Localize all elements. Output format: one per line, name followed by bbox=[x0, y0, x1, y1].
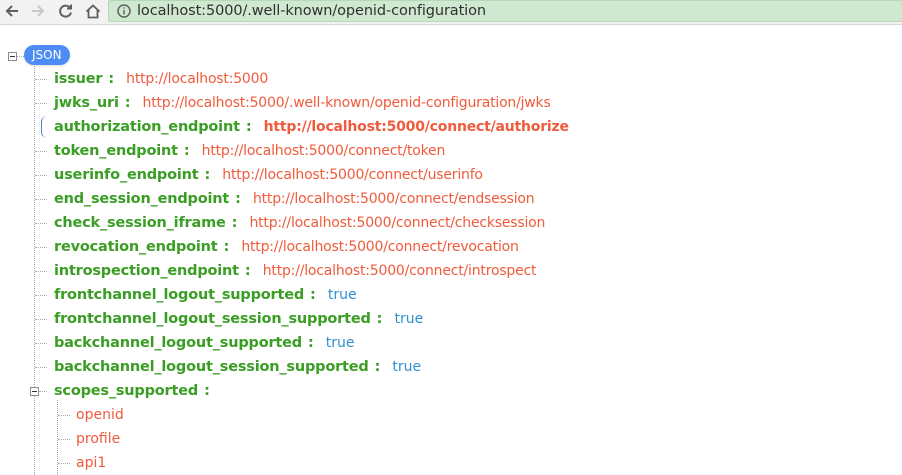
json-value: http://localhost:5000/connect/token bbox=[201, 143, 446, 159]
tree-connector bbox=[17, 56, 24, 57]
tree-connector bbox=[35, 343, 47, 344]
tree-connector bbox=[35, 367, 47, 368]
json-colon: : bbox=[108, 71, 115, 87]
array-item[interactable]: api1 bbox=[76, 453, 106, 473]
json-colon: : bbox=[235, 191, 241, 207]
tree-connector bbox=[35, 103, 47, 104]
tree-connector bbox=[35, 247, 47, 248]
json-entry-backchannel-logout-supported[interactable]: backchannel_logout_supported: true bbox=[54, 333, 355, 353]
json-value: http://localhost:5000/connect/endsession bbox=[252, 191, 535, 207]
json-colon: : bbox=[124, 95, 131, 111]
root-collapse-toggle[interactable] bbox=[8, 52, 17, 61]
json-entry-userinfo-endpoint[interactable]: userinfo_endpoint: http://localhost:5000/… bbox=[54, 165, 483, 185]
tree-connector bbox=[35, 175, 47, 176]
json-colon: : bbox=[231, 215, 238, 231]
tree-connector bbox=[58, 439, 70, 440]
json-key: backchannel_logout_supported bbox=[54, 335, 302, 351]
json-key: authorization_endpoint bbox=[54, 119, 240, 135]
json-key: jwks_uri bbox=[54, 95, 119, 111]
json-root-badge[interactable]: JSON bbox=[24, 45, 70, 65]
json-colon: : bbox=[307, 335, 314, 351]
tree-connector bbox=[35, 79, 47, 80]
json-colon: : bbox=[244, 263, 251, 279]
json-value: http://localhost:5000/connect/checksessi… bbox=[249, 215, 546, 231]
json-value: http://localhost:5000 bbox=[126, 71, 269, 87]
tree-connector bbox=[35, 151, 47, 152]
array-item[interactable]: profile bbox=[76, 429, 120, 449]
json-colon: : bbox=[245, 119, 252, 135]
json-key: introspection_endpoint bbox=[54, 263, 239, 279]
array-item[interactable]: openid bbox=[76, 405, 124, 425]
json-entry-revocation-endpoint[interactable]: revocation_endpoint: http://localhost:500… bbox=[54, 237, 519, 257]
json-entry-check-session-iframe[interactable]: check_session_iframe: http://localhost:50… bbox=[54, 213, 545, 233]
tree-connector bbox=[35, 319, 47, 320]
json-value: http://localhost:5000/connect/introspect bbox=[262, 263, 537, 279]
json-entry-issuer[interactable]: issuer: http://localhost:5000 bbox=[54, 69, 268, 89]
json-key: userinfo_endpoint bbox=[54, 167, 199, 183]
json-key: frontchannel_logout_supported bbox=[54, 287, 305, 303]
json-entry-scopes-supported[interactable]: scopes_supported: bbox=[54, 381, 222, 401]
tree-connector bbox=[39, 391, 47, 392]
json-colon: : bbox=[204, 383, 210, 399]
json-value: true bbox=[394, 311, 424, 327]
json-key: check_session_iframe bbox=[54, 215, 226, 231]
json-key: frontchannel_logout_session_supported bbox=[54, 311, 371, 327]
json-tree: JSON issuer: http://localhost:5000 jwks_u… bbox=[0, 0, 902, 475]
json-key: scopes_supported bbox=[54, 383, 199, 399]
json-value: http://localhost:5000/connect/userinfo bbox=[222, 167, 483, 183]
json-colon: : bbox=[376, 311, 383, 327]
json-value: true bbox=[392, 359, 422, 375]
json-colon: : bbox=[223, 239, 230, 255]
tree-connector bbox=[35, 295, 47, 296]
tree-connector bbox=[58, 463, 70, 464]
json-value: http://localhost:5000/connect/revocation bbox=[241, 239, 519, 255]
json-entry-backchannel-logout-session-supported[interactable]: backchannel_logout_session_supported: tru… bbox=[54, 357, 421, 377]
json-colon: : bbox=[183, 143, 190, 159]
json-key: backchannel_logout_session_supported bbox=[54, 359, 369, 375]
json-entry-end-session-endpoint[interactable]: end_session_endpoint: http://localhost:50… bbox=[54, 189, 535, 209]
json-key: issuer bbox=[54, 71, 103, 87]
tree-connector bbox=[35, 271, 47, 272]
json-colon: : bbox=[310, 287, 316, 303]
json-key: token_endpoint bbox=[54, 143, 178, 159]
json-entry-frontchannel-logout-supported[interactable]: frontchannel_logout_supported: true bbox=[54, 285, 357, 305]
tree-connector bbox=[58, 415, 70, 416]
json-colon: : bbox=[204, 167, 211, 183]
tree-connector bbox=[35, 223, 47, 224]
json-entry-jwks-uri[interactable]: jwks_uri: http://localhost:5000/.well-kno… bbox=[54, 93, 551, 113]
tree-connector bbox=[35, 199, 47, 200]
json-key: end_session_endpoint bbox=[54, 191, 230, 207]
scopes-supported-collapse-toggle[interactable] bbox=[30, 387, 39, 396]
hover-indicator bbox=[41, 116, 48, 138]
json-entry-frontchannel-logout-session-supported[interactable]: frontchannel_logout_session_supported: tr… bbox=[54, 309, 423, 329]
json-value: http://localhost:5000/connect/authorize bbox=[263, 119, 569, 135]
json-key: revocation_endpoint bbox=[54, 239, 218, 255]
json-entry-introspection-endpoint[interactable]: introspection_endpoint: http://localhost:… bbox=[54, 261, 537, 281]
json-value: true bbox=[327, 287, 357, 303]
json-entry-token-endpoint[interactable]: token_endpoint: http://localhost:5000/con… bbox=[54, 141, 445, 161]
json-entry-authorization-endpoint[interactable]: authorization_endpoint: http://localhost:… bbox=[54, 117, 569, 137]
json-colon: : bbox=[374, 359, 381, 375]
json-value: http://localhost:5000/.well-known/openid… bbox=[142, 95, 551, 111]
json-value: true bbox=[325, 335, 355, 351]
